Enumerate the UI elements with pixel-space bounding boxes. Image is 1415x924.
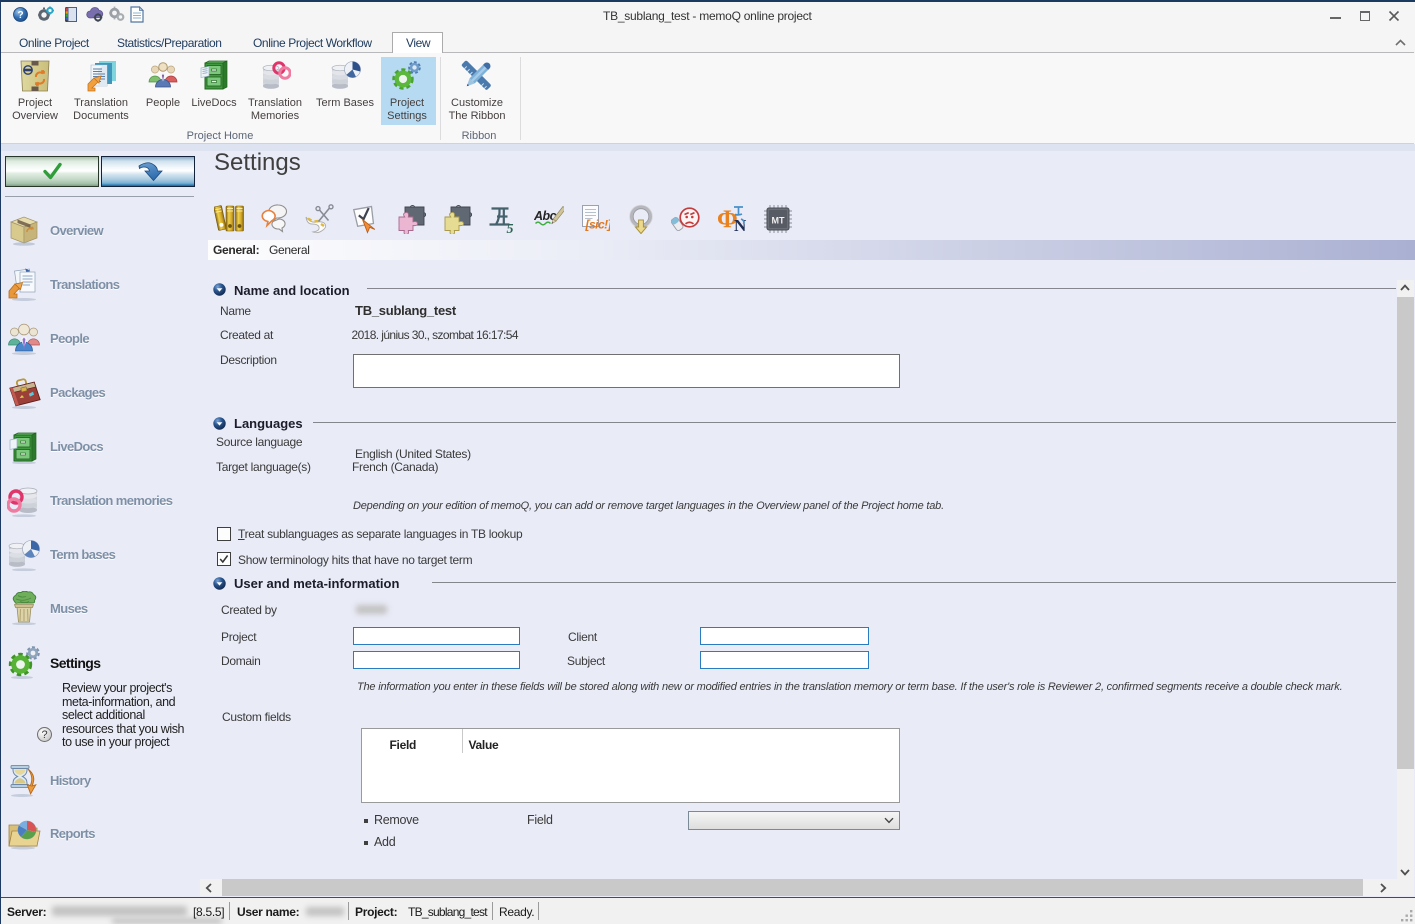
svg-text:5: 5	[507, 222, 514, 234]
svg-text:MT: MT	[772, 216, 785, 226]
svg-text:?: ?	[17, 10, 23, 21]
svg-text:N: N	[734, 216, 747, 234]
svg-text:[sic!]: [sic!]	[585, 218, 611, 232]
